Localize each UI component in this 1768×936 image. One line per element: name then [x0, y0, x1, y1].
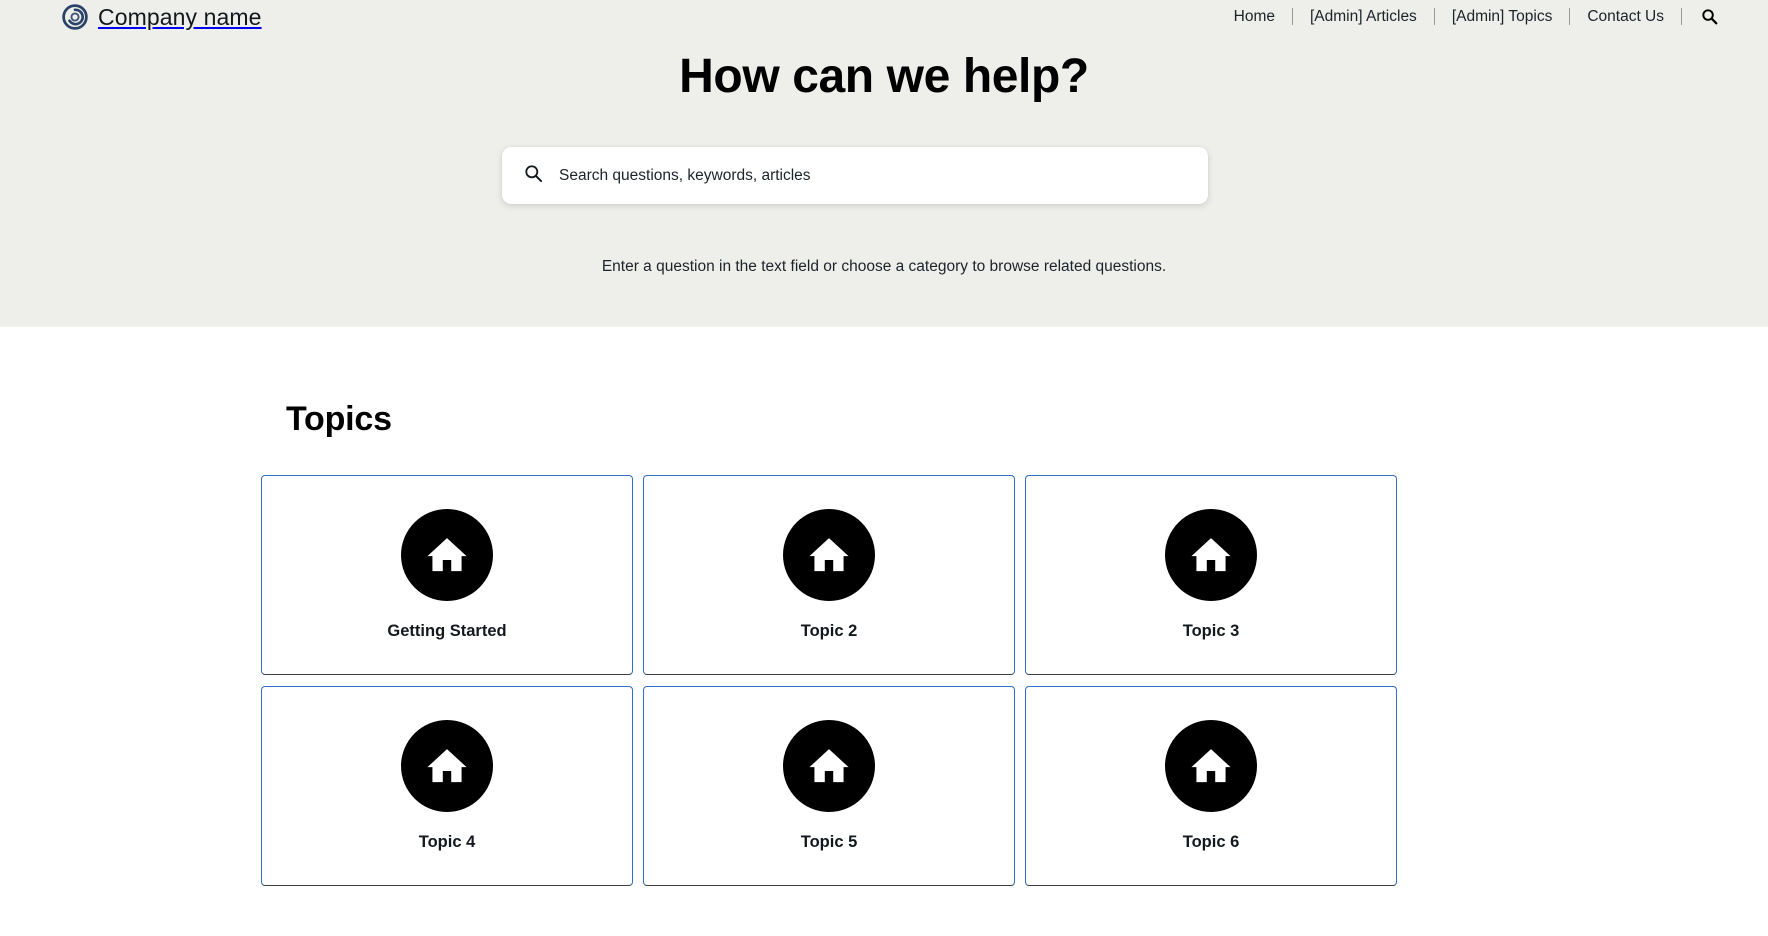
brand-name: Company name: [98, 3, 262, 30]
topic-card-label: Topic 5: [800, 833, 858, 851]
topic-card[interactable]: Getting Started: [261, 475, 633, 675]
nav-item-contact-us[interactable]: Contact Us: [1570, 7, 1681, 27]
search-icon: [1701, 8, 1718, 25]
home-icon: [401, 720, 493, 812]
primary-nav: Home [Admin] Articles [Admin] Topics Con…: [1217, 7, 1734, 27]
hero-subtitle: Enter a question in the text field or ch…: [601, 258, 1167, 275]
header-search-button[interactable]: [1682, 8, 1734, 25]
topic-card[interactable]: Topic 4: [261, 686, 633, 886]
site-header: Company name Home [Admin] Articles [Admi…: [0, 0, 1768, 32]
topic-card-label: Topic 2: [800, 622, 858, 640]
topic-card[interactable]: Topic 3: [1025, 475, 1397, 675]
home-icon: [1165, 720, 1257, 812]
topics-heading: Topics: [286, 400, 392, 438]
swirl-circle-logo-icon: [62, 4, 88, 30]
topics-grid: Getting Started Topic 2 Topic 3 Topic 4 …: [261, 475, 1399, 886]
search-input[interactable]: [559, 147, 1208, 204]
hero-section: Company name Home [Admin] Articles [Admi…: [0, 0, 1768, 327]
search-icon: [524, 164, 543, 188]
topic-card[interactable]: Topic 6: [1025, 686, 1397, 886]
topic-card-label: Topic 6: [1182, 833, 1240, 851]
home-icon: [1165, 509, 1257, 601]
page-title: How can we help?: [679, 50, 1089, 103]
topic-card[interactable]: Topic 2: [643, 475, 1015, 675]
hero-search-box[interactable]: [502, 147, 1208, 204]
nav-item-admin-articles[interactable]: [Admin] Articles: [1293, 7, 1434, 27]
nav-item-home[interactable]: Home: [1217, 7, 1292, 27]
home-icon: [401, 509, 493, 601]
home-icon: [783, 720, 875, 812]
topic-card[interactable]: Topic 5: [643, 686, 1015, 886]
home-icon: [783, 509, 875, 601]
topic-card-label: Topic 3: [1182, 622, 1240, 640]
brand-home-link[interactable]: Company name: [62, 4, 262, 31]
topic-card-label: Topic 4: [418, 833, 476, 851]
topic-card-label: Getting Started: [387, 622, 507, 640]
nav-item-admin-topics[interactable]: [Admin] Topics: [1435, 7, 1570, 27]
